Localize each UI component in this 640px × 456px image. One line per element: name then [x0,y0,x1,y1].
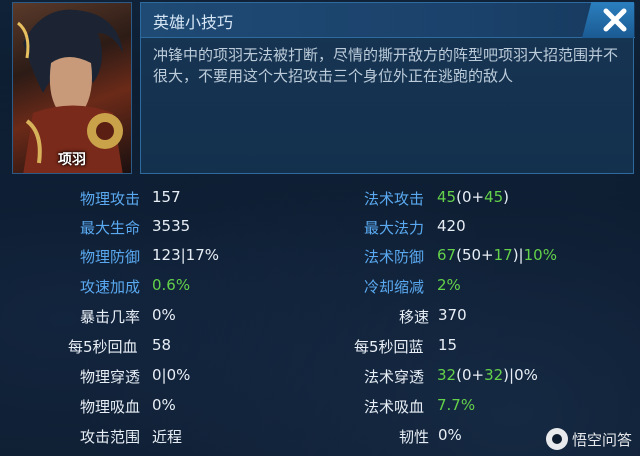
stat-value-magic-lifesteal: 7.7% [437,396,476,414]
stat-label-max-hp: 最大生命 [80,219,141,237]
watermark-text: 悟空问答 [571,430,632,449]
hero-name: 项羽 [58,152,86,168]
stat-label-physical-attack: 物理攻击 [80,190,141,208]
tip-title: 英雄小技巧 [153,13,234,32]
stats-row: 物理吸血 0% 法术吸血 7.7% [0,392,640,422]
stats-row: 最大生命 3535 最大法力 420 [0,213,640,243]
stat-label-move-speed: 移速 [399,308,430,326]
stat-label-physical-pen: 物理穿透 [80,368,141,386]
stat-value-attack-range: 近程 [152,428,183,446]
watermark: 悟空问答 [545,428,632,450]
stat-label-hp-regen: 每5秒回血 [68,338,138,356]
stats-row: 攻速加成 0.6% 冷却缩减 2% [0,272,640,302]
stat-value-tenacity: 0% [438,426,462,444]
stats-row: 物理防御 123|17% 法术防御 67(50+17)|10% [0,242,640,272]
stats-row: 每5秒回血 58 每5秒回蓝 15 [0,332,640,362]
stat-label-cooldown: 冷却缩减 [364,278,425,296]
stat-label-attack-speed: 攻速加成 [80,278,141,296]
close-icon [603,8,627,32]
stat-value-max-mana: 420 [437,217,466,235]
hero-portrait: 项羽 [12,2,132,174]
hero-tip-panel: 英雄小技巧 冲锋中的项羽无法被打断，尽情的撕开敌方的阵型吧项羽大招范围并不很大，… [140,2,635,174]
stat-value-physical-attack: 157 [152,188,181,206]
stat-label-magic-lifesteal: 法术吸血 [364,398,425,416]
stat-value-physical-pen: 0|0% [152,366,191,384]
stats-row: 攻击范围 近程 韧性 0% [0,422,640,452]
stat-value-cooldown: 2% [437,276,461,294]
stat-value-physical-defense: 123|17% [152,246,220,264]
stat-value-magic-pen: 32(0+32)|0% [437,366,538,384]
stat-value-hp-regen: 58 [152,336,172,354]
stat-value-mana-regen: 15 [438,336,458,354]
tip-body: 冲锋中的项羽无法被打断，尽情的撕开敌方的阵型吧项羽大招范围并不很大，不要用这个大… [153,46,619,85]
stats-row: 物理攻击 157 法术攻击 45(0+45) [0,184,640,214]
stat-label-crit-rate: 暴击几率 [80,308,141,326]
wukong-logo-icon [545,428,568,450]
stat-label-mana-regen: 每5秒回蓝 [354,338,424,356]
stat-value-crit-rate: 0% [152,306,176,324]
stat-label-magic-pen: 法术穿透 [364,368,425,386]
stat-label-tenacity: 韧性 [399,428,430,446]
stat-value-attack-speed: 0.6% [152,276,191,294]
stat-label-magic-defense: 法术防御 [364,248,425,266]
stat-value-magic-attack: 45(0+45) [437,188,510,206]
stat-label-magic-attack: 法术攻击 [364,190,425,208]
stat-value-magic-defense: 67(50+17)|10% [437,246,557,264]
stat-label-physical-lifesteal: 物理吸血 [80,398,141,416]
stat-value-physical-lifesteal: 0% [152,396,176,414]
stat-label-attack-range: 攻击范围 [80,428,141,446]
stat-value-max-hp: 3535 [152,217,191,235]
stat-label-physical-defense: 物理防御 [80,248,141,266]
stat-value-move-speed: 370 [438,306,467,324]
stats-row: 物理穿透 0|0% 法术穿透 32(0+32)|0% [0,362,640,392]
tip-header: 英雄小技巧 [141,3,635,38]
stat-label-max-mana: 最大法力 [364,219,425,237]
stats-row: 暴击几率 0% 移速 370 [0,302,640,332]
